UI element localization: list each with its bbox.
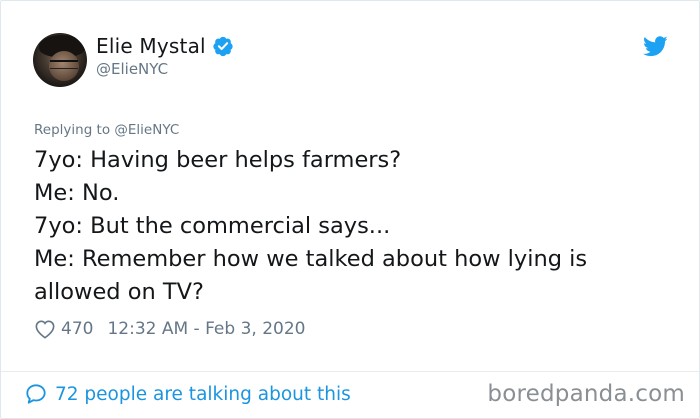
tweet-line: allowed on TV? xyxy=(34,279,204,305)
speech-bubble-icon xyxy=(26,384,46,404)
tweet-line: 7yo: But the commercial says... xyxy=(34,213,391,239)
verified-badge-icon xyxy=(213,36,233,57)
divider xyxy=(1,371,699,372)
tweet-card: Elie Mystal @ElieNYC Replying to @ElieNY… xyxy=(0,0,700,419)
twitter-bird-icon[interactable] xyxy=(643,36,668,57)
watermark: boredpanda.com xyxy=(487,381,685,407)
author-name[interactable]: Elie Mystal xyxy=(96,34,206,58)
like-count[interactable]: 470 xyxy=(61,319,93,339)
avatar-glasses xyxy=(50,60,78,69)
replying-to-label[interactable]: Replying to @ElieNYC xyxy=(34,122,179,138)
tweet-line: Me: No. xyxy=(34,180,120,206)
heart-icon[interactable] xyxy=(34,319,56,339)
tweet-line: 7yo: Having beer helps farmers? xyxy=(34,147,402,173)
author-handle[interactable]: @ElieNYC xyxy=(96,60,168,78)
tweet-meta: 470 12:32 AM - Feb 3, 2020 xyxy=(34,319,305,339)
tweet-timestamp[interactable]: 12:32 AM - Feb 3, 2020 xyxy=(107,319,305,339)
tweet-text: 7yo: Having beer helps farmers? Me: No. … xyxy=(34,144,674,309)
conversation-link[interactable]: 72 people are talking about this xyxy=(25,383,351,405)
talking-count-label[interactable]: 72 people are talking about this xyxy=(55,384,351,405)
author-name-row[interactable]: Elie Mystal xyxy=(96,34,234,58)
avatar[interactable] xyxy=(33,33,87,87)
tweet-line: Me: Remember how we talked about how lyi… xyxy=(34,246,588,272)
